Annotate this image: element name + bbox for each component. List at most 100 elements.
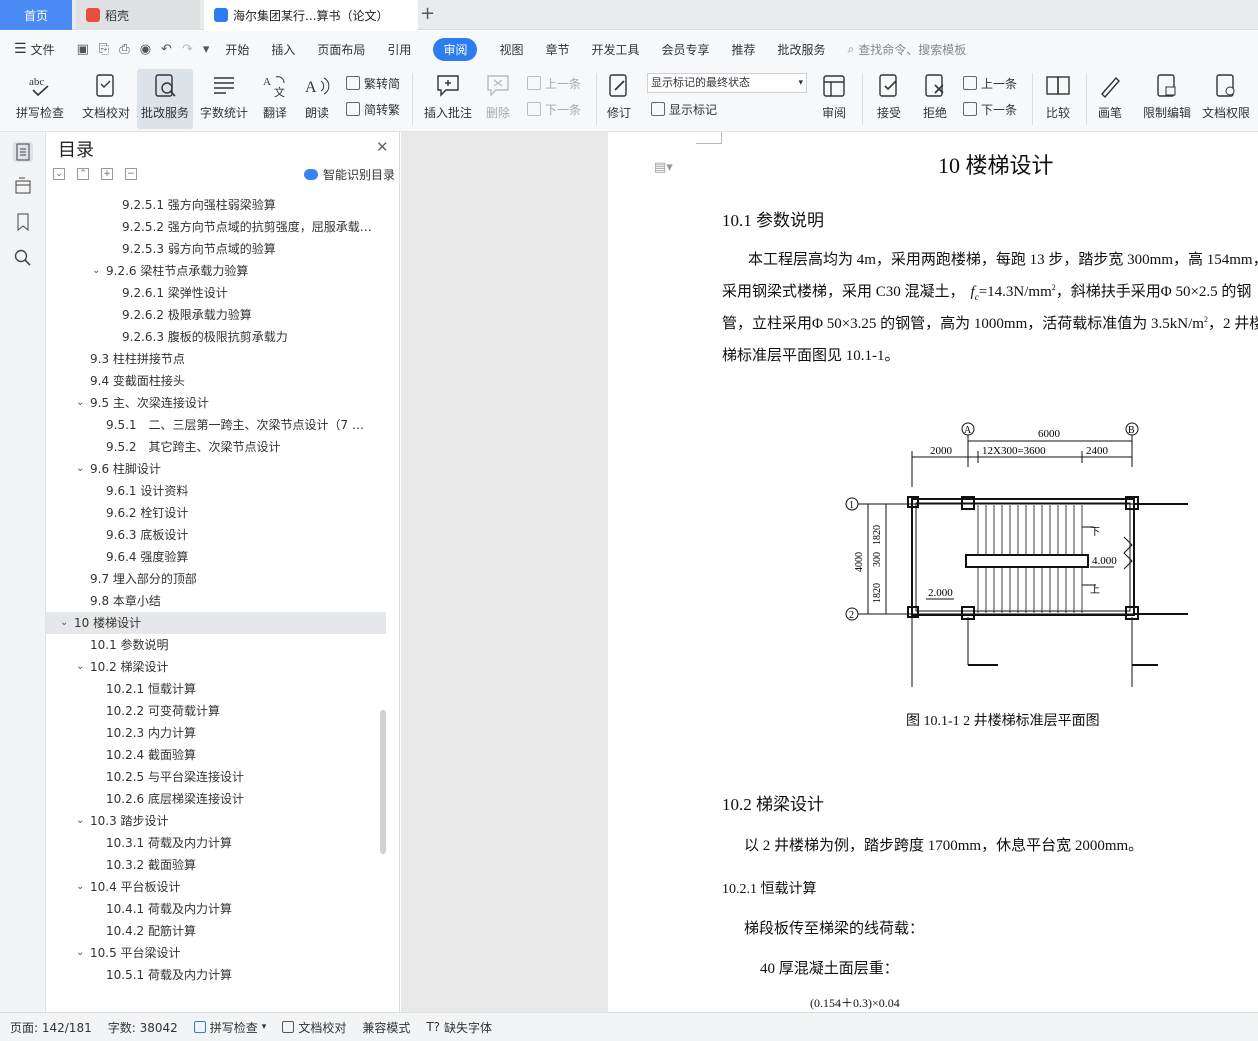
insert-comment-button[interactable]: 插入批注 — [420, 69, 476, 129]
menu-view[interactable]: 视图 — [499, 41, 523, 58]
to-simplified-button[interactable]: 简转繁 — [346, 99, 400, 119]
remove-heading-icon[interactable]: − — [125, 168, 137, 180]
toc-item[interactable]: ⌄ 10.2 梯梁设计 — [46, 656, 386, 678]
toc-item[interactable]: 10.2.1 恒载计算 — [46, 678, 386, 700]
chevron-down-icon[interactable]: ⌄ — [76, 942, 84, 964]
more-icon[interactable]: ▾ — [203, 42, 210, 57]
command-search[interactable]: ⌕ 查找命令、搜索模板 — [848, 41, 967, 58]
toc-item[interactable]: ⌄ 9.2.6 梁柱节点承载力验算 — [46, 260, 386, 282]
toc-item[interactable]: 9.6.1 设计资料 — [46, 480, 386, 502]
revise-button[interactable]: 修订 — [600, 69, 638, 129]
preview-icon[interactable]: ◉ — [140, 42, 151, 57]
menu-recommend[interactable]: 推荐 — [732, 41, 756, 58]
missing-font-status[interactable]: T? 缺失字体 — [426, 1019, 492, 1036]
toc-item[interactable]: 9.2.6.1 梁弹性设计 — [46, 282, 386, 304]
toc-item[interactable]: 9.4 变截面柱接头 — [46, 370, 386, 392]
toc-item[interactable]: 9.6.4 强度验算 — [46, 546, 386, 568]
chevron-down-icon[interactable]: ⌄ — [76, 392, 84, 414]
bookmark-icon[interactable] — [13, 212, 33, 232]
toc-item[interactable]: 10.2.4 截面验算 — [46, 744, 386, 766]
chevron-down-icon[interactable]: ⌄ — [76, 810, 84, 832]
restrict-edit-button[interactable]: 限制编辑 — [1140, 69, 1194, 129]
toc-item[interactable]: 10.4.1 荷载及内力计算 — [46, 898, 386, 920]
menu-layout[interactable]: 页面布局 — [317, 41, 365, 58]
close-icon[interactable]: ✕ — [376, 138, 389, 156]
collapse-all-icon[interactable]: ⌃ — [77, 168, 89, 180]
spellcheck-status[interactable]: 拼写检查 ▾ — [193, 1019, 266, 1036]
toc-item[interactable]: 10.1 参数说明 — [46, 634, 386, 656]
review-pane-button[interactable]: 审阅 — [814, 69, 854, 129]
menu-start[interactable]: 开始 — [225, 41, 249, 58]
menu-reference[interactable]: 引用 — [387, 41, 411, 58]
translate-button[interactable]: A文 翻译 — [255, 69, 295, 129]
export-icon[interactable]: ⎘ — [99, 42, 109, 57]
toc-panel-icon[interactable] — [13, 142, 33, 162]
toc-item[interactable]: ⌄ 10.5 平台梁设计 — [46, 942, 386, 964]
page-indicator[interactable]: 页面: 142/181 — [10, 1019, 92, 1036]
toc-item[interactable]: 10.2.2 可变荷载计算 — [46, 700, 386, 722]
toc-item[interactable]: 9.2.6.2 极限承载力验算 — [46, 304, 386, 326]
read-aloud-button[interactable]: A 朗读 — [300, 69, 334, 129]
toc-item[interactable]: 9.2.5.2 强方向节点域的抗剪强度，屈服承载… — [46, 216, 386, 238]
smart-toc-button[interactable]: 智能识别目录 — [304, 166, 395, 183]
markup-state-select[interactable]: 显示标记的最终状态 ▾ — [647, 73, 807, 93]
menu-insert[interactable]: 插入 — [271, 41, 295, 58]
chevron-down-icon[interactable]: ⌄ — [76, 656, 84, 678]
chapter-nav-icon[interactable] — [13, 176, 33, 196]
doc-permission-button[interactable]: 文档权限 — [1198, 69, 1254, 129]
next-comment-button[interactable]: 下一条 — [527, 99, 581, 119]
spellcheck-button[interactable]: abc 拼写检查 — [8, 69, 72, 129]
search-icon[interactable] — [13, 248, 33, 268]
accept-button[interactable]: 接受 — [870, 69, 908, 129]
tab-document[interactable]: 海尔集团某行...算书（论文） — [204, 0, 418, 30]
toc-item[interactable]: 9.2.5.1 强方向强柱弱梁验算 — [46, 194, 386, 216]
show-markup-button[interactable]: 显示标记 — [651, 99, 717, 119]
grading-button[interactable]: 批改服务 — [137, 69, 193, 129]
new-tab-button[interactable]: + — [420, 3, 435, 24]
chevron-down-icon[interactable]: ⌄ — [76, 876, 84, 898]
prev-comment-button[interactable]: 上一条 — [527, 73, 581, 93]
print-icon[interactable]: ⎙ — [119, 42, 129, 57]
tab-daoke[interactable]: 稻壳 — [76, 0, 200, 30]
toc-scrollbar[interactable] — [380, 710, 386, 854]
toc-item[interactable]: 10.2.6 底层梯梁连接设计 — [46, 788, 386, 810]
toc-item[interactable]: ⌄ 10.3 踏步设计 — [46, 810, 386, 832]
word-count[interactable]: 字数: 38042 — [108, 1019, 178, 1036]
chevron-down-icon[interactable]: ⌄ — [60, 612, 68, 634]
toc-item[interactable]: 9.2.5.3 弱方向节点域的验算 — [46, 238, 386, 260]
chevron-down-icon[interactable]: ⌄ — [76, 458, 84, 480]
toc-item[interactable]: ⌄ 9.5 主、次梁连接设计 — [46, 392, 386, 414]
toc-item[interactable]: ⌄ 9.6 柱脚设计 — [46, 458, 386, 480]
menu-chapter[interactable]: 章节 — [545, 41, 569, 58]
word-count-button[interactable]: 字数统计 — [198, 69, 250, 129]
toc-item[interactable]: 9.6.2 栓钉设计 — [46, 502, 386, 524]
delete-comment-button[interactable]: 删除 — [480, 69, 516, 129]
menu-grading[interactable]: 批改服务 — [778, 41, 826, 58]
pen-button[interactable]: 画笔 — [1092, 69, 1128, 129]
reject-button[interactable]: 拒绝 — [916, 69, 954, 129]
menu-file[interactable]: 文件 — [31, 41, 55, 58]
paragraph-options-icon[interactable]: ▤▾ — [654, 160, 673, 175]
expand-all-icon[interactable]: ⌄ — [53, 168, 65, 180]
toc-item[interactable]: 9.3 柱柱拼接节点 — [46, 348, 386, 370]
save-icon[interactable]: ▣ — [77, 42, 89, 57]
toc-item[interactable]: 10.4.2 配筋计算 — [46, 920, 386, 942]
toc-item[interactable]: 9.2.6.3 腹板的极限抗剪承载力 — [46, 326, 386, 348]
toc-item[interactable]: 9.7 埋入部分的顶部 — [46, 568, 386, 590]
toc-item[interactable]: 9.6.3 底板设计 — [46, 524, 386, 546]
chevron-down-icon[interactable]: ⌄ — [92, 260, 100, 282]
menu-devtools[interactable]: 开发工具 — [591, 41, 639, 58]
toc-item[interactable]: 10.2.3 内力计算 — [46, 722, 386, 744]
doc-check-button[interactable]: 文档校对 — [78, 69, 134, 129]
compare-button[interactable]: 比较 — [1038, 69, 1078, 129]
toc-item[interactable]: 9.5.2 其它跨主、次梁节点设计 — [46, 436, 386, 458]
toc-item[interactable]: 10.5.1 荷载及内力计算 — [46, 964, 386, 986]
hamburger-icon[interactable]: ☰ — [14, 41, 27, 57]
prev-change-button[interactable]: 上一条 — [963, 73, 1017, 93]
toc-item[interactable]: 9.8 本章小结 — [46, 590, 386, 612]
to-traditional-button[interactable]: 繁转简 — [346, 73, 400, 93]
menu-member[interactable]: 会员专享 — [662, 41, 710, 58]
redo-icon[interactable]: ↷ — [182, 42, 193, 57]
toc-item[interactable]: 10.3.1 荷载及内力计算 — [46, 832, 386, 854]
toc-item[interactable]: 10.2.5 与平台梁连接设计 — [46, 766, 386, 788]
